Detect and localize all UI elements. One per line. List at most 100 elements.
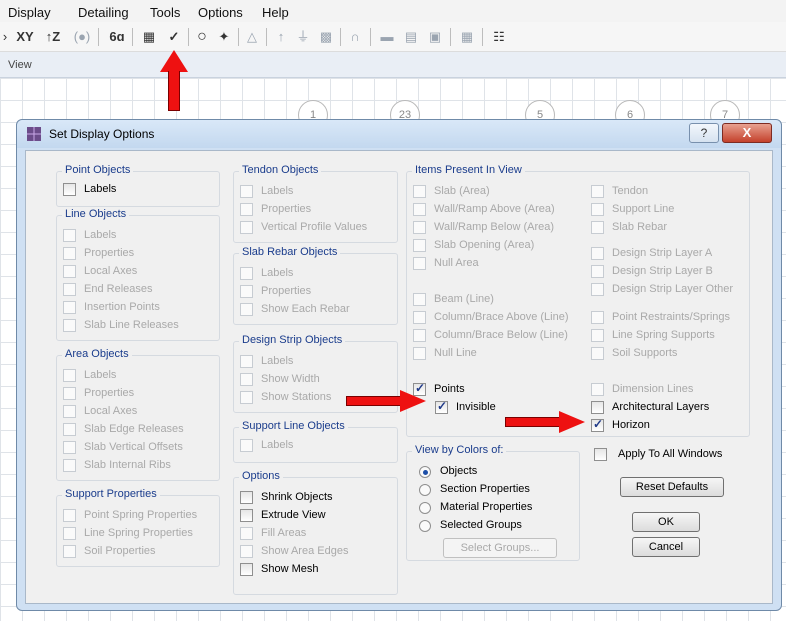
reset-defaults-button[interactable]: Reset Defaults [620,477,724,497]
checkbox-label: Properties [261,285,312,297]
slab-icon[interactable]: ∩ [344,26,366,48]
checkbox-box [413,293,426,306]
checkbox-label: Slab Vertical Offsets [84,441,183,453]
checkbox-label: Show Mesh [261,563,319,575]
checkbox-box [63,319,76,332]
xy-view-icon[interactable]: XY [14,26,36,48]
checkbox-box [413,221,426,234]
rubber-band-icon[interactable]: 6ɑ [104,26,130,48]
group-title: Support Properties [62,488,160,500]
pan-icon[interactable]: › [0,26,10,48]
strip-icon[interactable]: ▬ [376,26,398,48]
perspective-icon[interactable]: (●) [70,26,94,48]
checkbox-label: Slab (Area) [434,185,490,197]
circle-icon[interactable]: ○ [192,26,212,48]
close-button[interactable]: X [722,123,772,143]
group-title: Point Objects [62,164,134,176]
checkbox-box [63,229,76,242]
menu-help[interactable]: Help [262,5,289,20]
checkbox-box [591,347,604,360]
checkbox-label: Show Width [261,373,320,385]
group-title: Items Present In View [412,164,525,176]
checkbox-box [240,303,253,316]
beam-icon[interactable]: ⏚ [292,26,314,48]
checkbox-box [591,383,604,396]
checkbox-box [63,545,76,558]
checkbox-box [63,265,76,278]
group-title: View by Colors of: [412,444,507,456]
checkbox-box [591,221,604,234]
menu-bar: Display Detailing Tools Options Help [0,0,786,22]
checkbox-box [63,283,76,296]
select-groups-button[interactable]: Select Groups... [443,538,557,558]
checkbox-label: Soil Supports [612,347,678,359]
group-title: Support Line Objects [239,420,348,432]
table-icon[interactable]: ▦ [456,26,478,48]
checkbox-label: Properties [84,387,135,399]
checkbox-box [240,391,253,404]
checkbox-label: Labels [261,267,294,279]
radio-circle [419,466,431,478]
line-objects-group: Line Objects Labels Properties Local Axes E… [56,208,220,341]
checkbox-label: Horizon [612,419,650,431]
set-display-options-icon[interactable]: ✓ [164,26,184,48]
checkbox-label: Show Stations [261,391,332,403]
checkbox-label: Tendon [612,185,649,197]
checkbox-label: Labels [261,355,294,367]
group-title: Tendon Objects [239,164,322,176]
checkbox-box [240,545,253,558]
checkbox-label: Column/Brace Below (Line) [434,329,568,341]
menu-detailing[interactable]: Detailing [78,5,129,20]
checkbox-box [591,401,604,414]
group-title: Slab Rebar Objects [239,246,341,258]
checkbox-box [591,329,604,342]
dialog-titlebar[interactable]: Set Display Options ? X [17,120,781,148]
menu-tools[interactable]: Tools [150,5,180,20]
grid-icon[interactable]: ▣ [424,26,446,48]
options-group: Options Shrink Objects Extrude View Fill A… [233,470,398,595]
rebar-icon[interactable]: ▤ [400,26,422,48]
group-title: Area Objects [62,348,132,360]
draw-point-icon[interactable]: ✦ [214,26,234,48]
checkbox-box [240,509,253,522]
column-icon[interactable]: ↑ [272,26,290,48]
checkbox-box [240,267,253,280]
checkbox-box [435,399,448,414]
checkbox-box [591,185,604,198]
checkbox-box [594,448,607,461]
point-objects-group: Point Objects Labels [56,164,220,207]
checkbox-label: Design Strip Layer B [612,265,713,277]
help-button[interactable]: ? [689,123,719,143]
display-options-icon[interactable]: ▦ [138,26,160,48]
triangle-icon[interactable]: △ [242,26,262,48]
checkbox-box [591,283,604,296]
checkbox-box [240,355,253,368]
z-view-icon[interactable]: ↑Z [42,26,64,48]
checkbox-label: Architectural Layers [612,401,710,413]
checkbox-box [240,527,253,540]
menu-display[interactable]: Display [8,5,51,20]
checkbox-label: Slab Rebar [612,221,668,233]
support-properties-group: Support Properties Point Spring Properti… [56,488,220,567]
checkbox-box [63,369,76,382]
print-icon[interactable]: ☷ [488,26,510,48]
checkbox-label: Slab Edge Releases [84,423,184,435]
checkbox-box [240,373,253,386]
radio-label: Selected Groups [440,519,522,531]
checkbox-box [413,311,426,324]
checkbox-box [240,185,253,198]
checkbox-box [63,405,76,418]
checkbox-label: Extrude View [261,509,326,521]
checkbox-label: Vertical Profile Values [261,221,368,233]
view-by-colors-group: View by Colors of: Objects Section Proper… [406,444,580,561]
checkbox-box [63,459,76,472]
checkbox-box [240,221,253,234]
checkbox-box [63,441,76,454]
menu-options[interactable]: Options [198,5,243,20]
ok-button[interactable]: OK [632,512,700,532]
checkbox-box [240,203,253,216]
cancel-button[interactable]: Cancel [632,537,700,557]
checkbox-label: Show Each Rebar [261,303,350,315]
checkbox-box [63,423,76,436]
wall-icon[interactable]: ▩ [316,26,336,48]
